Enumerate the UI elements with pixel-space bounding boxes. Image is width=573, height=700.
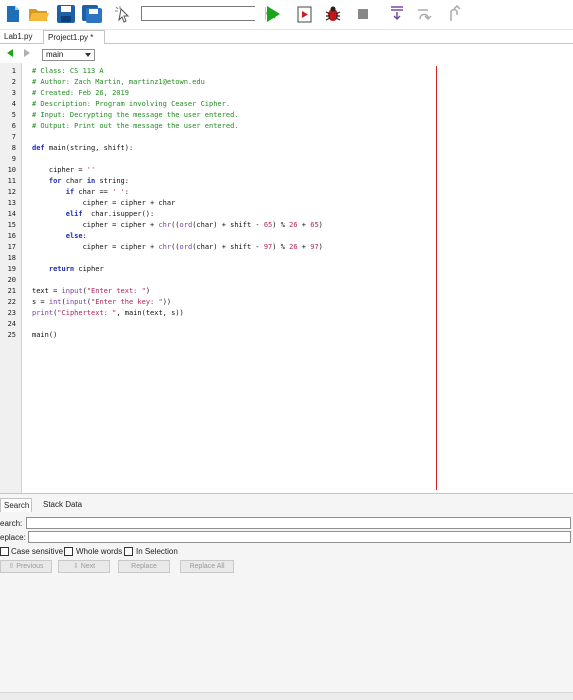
- line-number: 8: [11, 144, 16, 152]
- back-arrow-icon[interactable]: [5, 48, 15, 58]
- code-line[interactable]: text = input("Enter text: "): [32, 286, 150, 297]
- save-all-icon[interactable]: [81, 3, 103, 25]
- search-buttons: ⇧ Previous ⇩ Next Replace Replace All: [0, 560, 573, 574]
- tab-project1[interactable]: Project1.py *: [43, 30, 105, 44]
- line-number: 4: [11, 100, 16, 108]
- code-line[interactable]: # Author: Zach Martin, martinz1@etown.ed…: [32, 77, 205, 88]
- pointer-cursor-icon[interactable]: [112, 3, 134, 25]
- case-sensitive-checkbox[interactable]: [0, 547, 9, 556]
- code-line[interactable]: cipher = cipher + char: [32, 198, 176, 209]
- code-line[interactable]: cipher = cipher + chr((ord(char) + shift…: [32, 242, 323, 253]
- line-number: 11: [7, 177, 16, 185]
- line-number: 22: [7, 298, 16, 306]
- line-number: 10: [7, 166, 16, 174]
- code-line[interactable]: main(): [32, 330, 57, 341]
- chevron-down-icon: [85, 53, 91, 57]
- editor-nav-row: main: [0, 46, 573, 62]
- function-selector[interactable]: main: [42, 49, 95, 61]
- code-line[interactable]: print("Ciphertext: ", main(text, s)): [32, 308, 184, 319]
- line-number: 15: [7, 221, 16, 229]
- toolbar: [0, 0, 573, 30]
- next-button-label: Next: [80, 563, 96, 570]
- search-panel: Search Stack Data earch: eplace: Case se…: [0, 493, 573, 700]
- forward-arrow-icon[interactable]: [22, 48, 32, 58]
- tab-lab1[interactable]: Lab1.py: [0, 30, 40, 44]
- step-over-icon[interactable]: [414, 3, 436, 25]
- line-number: 5: [11, 111, 16, 119]
- previous-button[interactable]: ⇧ Previous: [0, 560, 52, 573]
- code-line[interactable]: cipher = '': [32, 165, 95, 176]
- line-number: 21: [7, 287, 16, 295]
- down-arrow-icon: ⇩: [72, 563, 81, 570]
- step-into-icon[interactable]: [294, 3, 316, 25]
- status-bar: [0, 692, 573, 700]
- tab-stack-data[interactable]: Stack Data: [40, 498, 86, 512]
- line-number: 2: [11, 78, 16, 86]
- next-button[interactable]: ⇩ Next: [58, 560, 110, 573]
- replace-button[interactable]: Replace: [118, 560, 170, 573]
- replace-all-button[interactable]: Replace All: [180, 560, 234, 573]
- search-field[interactable]: [26, 517, 571, 529]
- line-number: 12: [7, 188, 16, 196]
- code-line[interactable]: # Description: Program involving Ceaser …: [32, 99, 230, 110]
- code-line[interactable]: # Output: Print out the message the user…: [32, 121, 239, 132]
- run-icon[interactable]: [262, 3, 284, 25]
- in-selection-label: In Selection: [136, 547, 178, 556]
- function-selector-value: main: [46, 50, 64, 59]
- save-icon[interactable]: [55, 3, 77, 25]
- line-number: 9: [11, 155, 16, 163]
- code-line[interactable]: for char in string:: [32, 176, 129, 187]
- code-line[interactable]: # Created: Feb 26, 2019: [32, 88, 129, 99]
- new-file-icon[interactable]: [2, 3, 24, 25]
- whole-words-checkbox[interactable]: [64, 547, 73, 556]
- file-tab-bar: Lab1.py Project1.py *: [0, 30, 573, 44]
- line-number: 20: [7, 276, 16, 284]
- line-number: 25: [7, 331, 16, 339]
- step-out-icon[interactable]: [443, 3, 465, 25]
- in-selection-checkbox[interactable]: [124, 547, 133, 556]
- code-line[interactable]: # Class: CS 113 A: [32, 66, 104, 77]
- code-line[interactable]: elif char.isupper():: [32, 209, 155, 220]
- search-options: Case sensitive Whole words In Selection: [0, 546, 573, 558]
- open-folder-icon[interactable]: [28, 3, 50, 25]
- code-line[interactable]: if char == ' ':: [32, 187, 129, 198]
- tab-search[interactable]: Search: [0, 498, 32, 512]
- line-number: 13: [7, 199, 16, 207]
- line-number: 7: [11, 133, 16, 141]
- code-line[interactable]: # Input: Decrypting the message the user…: [32, 110, 239, 121]
- line-number: 19: [7, 265, 16, 273]
- toolbar-search: [141, 6, 276, 21]
- toolbar-search-input[interactable]: [142, 7, 266, 20]
- case-sensitive-label: Case sensitive: [11, 547, 64, 556]
- line-number: 3: [11, 89, 16, 97]
- replace-label: eplace:: [0, 533, 26, 542]
- code-line[interactable]: else:: [32, 231, 87, 242]
- code-line[interactable]: cipher = cipher + chr((ord(char) + shift…: [32, 220, 323, 231]
- code-line[interactable]: return cipher: [32, 264, 104, 275]
- whole-words-label: Whole words: [76, 547, 123, 556]
- line-number: 24: [7, 320, 16, 328]
- replace-field[interactable]: [28, 531, 571, 543]
- previous-button-label: Previous: [16, 563, 44, 570]
- right-margin-line: [436, 66, 437, 490]
- code-line[interactable]: def main(string, shift):: [32, 143, 133, 154]
- step-down-icon[interactable]: [386, 3, 408, 25]
- line-number: 18: [7, 254, 16, 262]
- code-editor[interactable]: 1 2 3 4 5 6 7 8 9 10 11 12 13 14 15 16 17 18 19 20 21 22 23 24 2…: [0, 63, 573, 493]
- line-number: 17: [7, 243, 16, 251]
- line-number: 14: [7, 210, 16, 218]
- line-number: 6: [11, 122, 16, 130]
- debug-bug-icon[interactable]: [322, 3, 344, 25]
- line-number: 16: [7, 232, 16, 240]
- stop-icon[interactable]: [352, 3, 374, 25]
- code-line[interactable]: s = int(input("Enter the key: ")): [32, 297, 171, 308]
- line-number-gutter: 1 2 3 4 5 6 7 8 9 10 11 12 13 14 15 16 17 18 19 20 21 22 23 24 2…: [0, 63, 22, 493]
- line-number: 23: [7, 309, 16, 317]
- line-number: 1: [11, 67, 16, 75]
